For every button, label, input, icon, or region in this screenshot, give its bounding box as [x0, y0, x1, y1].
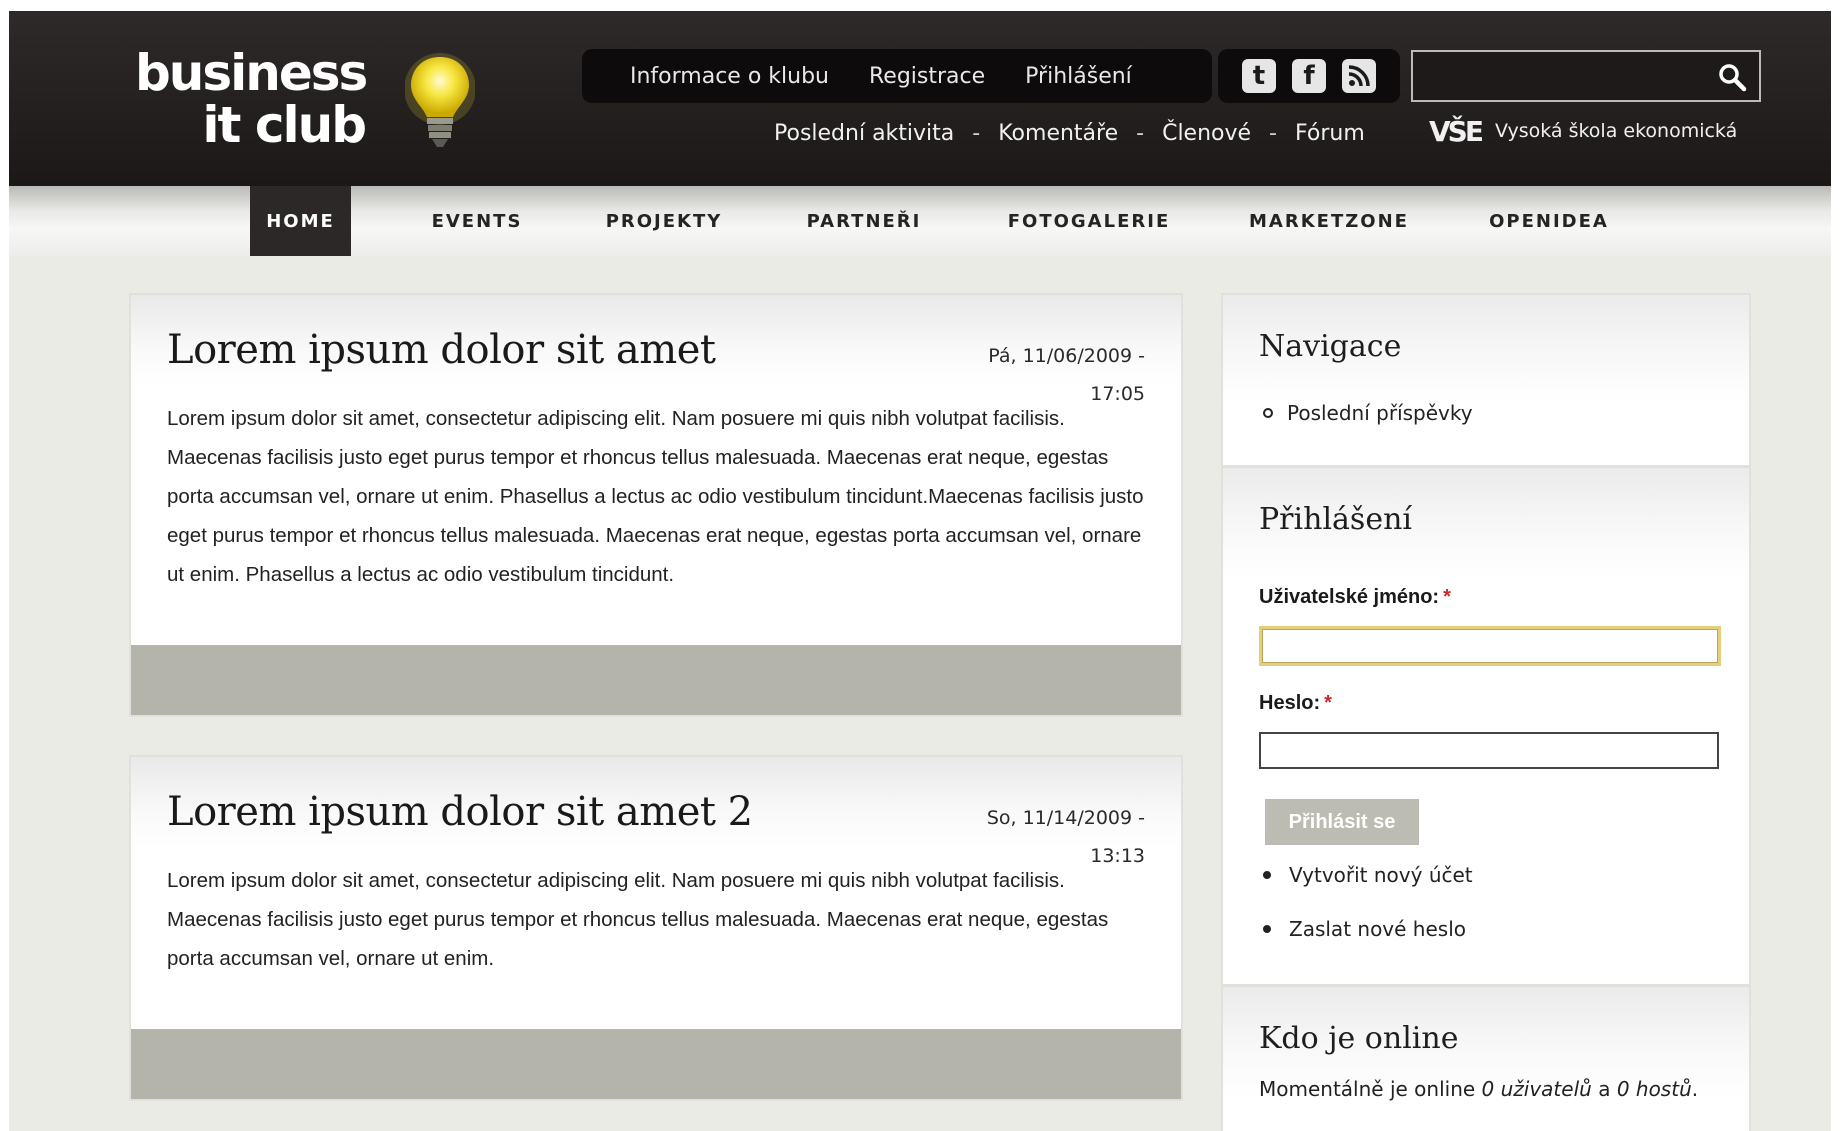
subnav-link-comments[interactable]: Komentáře — [998, 121, 1118, 146]
online-status-text: Momentálně je online 0 uživatelů a 0 hos… — [1259, 1077, 1698, 1101]
search-input[interactable] — [1413, 52, 1703, 100]
subnav-link-members[interactable]: Členové — [1162, 121, 1251, 146]
who-is-online-block: Kdo je online Momentálně je online 0 uži… — [1221, 985, 1751, 1131]
vse-link[interactable]: VŠE Vysoká škola ekonomická — [1429, 113, 1737, 149]
username-label: Uživatelské jméno: * — [1259, 586, 1451, 609]
login-block-title: Přihlášení — [1259, 502, 1412, 537]
subnav-link-forum[interactable]: Fórum — [1295, 121, 1365, 146]
login-submit-button[interactable]: Přihlásit se — [1265, 799, 1419, 845]
list-bullet — [1263, 871, 1271, 879]
create-account-label: Vytvořit nový účet — [1289, 863, 1473, 887]
online-prefix: Momentálně je online — [1259, 1077, 1476, 1101]
rss-glyph — [1348, 65, 1370, 87]
reset-password-link[interactable]: Zaslat nové heslo — [1259, 915, 1473, 943]
post-footer-bar — [131, 1029, 1181, 1099]
reset-password-label: Zaslat nové heslo — [1289, 917, 1466, 941]
social-links: t f — [1218, 49, 1400, 103]
navigation-block: Navigace Poslední příspěvky — [1221, 293, 1751, 467]
search-box — [1411, 50, 1761, 102]
site-logo[interactable]: business it club — [135, 47, 375, 157]
password-field[interactable] — [1259, 732, 1719, 769]
required-marker: * — [1443, 586, 1451, 608]
post-date-day: Pá, 11/06/2009 - — [988, 345, 1145, 367]
topnav-link-registration[interactable]: Registrace — [869, 64, 985, 89]
vse-logo-mark: VŠE — [1429, 114, 1484, 148]
required-marker: * — [1324, 692, 1332, 714]
search-icon[interactable] — [1717, 62, 1747, 92]
online-suffix: . — [1691, 1077, 1699, 1101]
lightbulb-icon — [405, 53, 475, 147]
subnav-separator: - — [972, 120, 981, 146]
navigation-item-label: Poslední příspěvky — [1287, 401, 1473, 425]
subnav-link-activity[interactable]: Poslední aktivita — [774, 121, 954, 146]
topnav-link-info[interactable]: Informace o klubu — [630, 64, 829, 89]
navigation-list: Poslední příspěvky — [1259, 401, 1473, 425]
password-label: Heslo: * — [1259, 692, 1332, 715]
username-field[interactable] — [1259, 626, 1721, 666]
site-header: business it club Informace o klubu Regis… — [9, 11, 1831, 186]
username-label-text: Uživatelské jméno: — [1259, 586, 1440, 608]
navigation-block-title: Navigace — [1259, 329, 1402, 364]
subnav-separator: - — [1269, 120, 1277, 146]
secondary-navigation: Poslední aktivita - Komentáře - Členové … — [774, 115, 1365, 151]
facebook-icon[interactable]: f — [1292, 59, 1326, 93]
rss-icon[interactable] — [1342, 59, 1376, 93]
menu-item-partners[interactable]: PARTNEŘI — [789, 186, 939, 256]
menu-item-projects[interactable]: PROJEKTY — [589, 186, 739, 256]
twitter-icon[interactable]: t — [1242, 59, 1276, 93]
online-block-title: Kdo je online — [1259, 1021, 1459, 1056]
password-label-text: Heslo: — [1259, 692, 1321, 714]
main-menu: HOME EVENTS PROJEKTY PARTNEŘI FOTOGALERI… — [9, 186, 1831, 256]
menu-item-openidea[interactable]: OPENIDEA — [1474, 186, 1624, 256]
list-bullet — [1263, 408, 1273, 418]
post-card: Lorem ipsum dolor sit amet 2 So, 11/14/2… — [129, 755, 1183, 1101]
menu-item-gallery[interactable]: FOTOGALERIE — [999, 186, 1179, 256]
post-title[interactable]: Lorem ipsum dolor sit amet — [167, 327, 716, 373]
navigation-item-recent-posts[interactable]: Poslední příspěvky — [1259, 401, 1473, 425]
post-body: Lorem ipsum dolor sit amet, consectetur … — [167, 869, 1109, 970]
menu-item-events[interactable]: EVENTS — [407, 186, 547, 256]
post-title[interactable]: Lorem ipsum dolor sit amet 2 — [167, 789, 753, 835]
create-account-link[interactable]: Vytvořit nový účet — [1259, 861, 1473, 889]
post-footer-bar — [131, 645, 1181, 715]
online-conjunction: a — [1598, 1077, 1611, 1101]
subnav-separator: - — [1136, 120, 1145, 146]
logo-line-1: business — [135, 44, 368, 102]
page-frame: business it club Informace o klubu Regis… — [9, 11, 1831, 1131]
topnav-link-login[interactable]: Přihlášení — [1025, 64, 1132, 89]
post-card: Lorem ipsum dolor sit amet Pá, 11/06/200… — [129, 293, 1183, 717]
post-date-day: So, 11/14/2009 - — [986, 807, 1145, 829]
vse-name: Vysoká škola ekonomická — [1494, 120, 1738, 142]
post-body: Lorem ipsum dolor sit amet, consectetur … — [167, 407, 1144, 586]
menu-item-home[interactable]: HOME — [250, 186, 351, 256]
logo-line-2: it club — [202, 96, 367, 154]
login-block: Přihlášení Uživatelské jméno: * Heslo: * P… — [1221, 466, 1751, 986]
login-links: Vytvořit nový účet Zaslat nové heslo — [1259, 861, 1473, 943]
menu-item-marketzone[interactable]: MARKETZONE — [1239, 186, 1419, 256]
list-bullet — [1263, 925, 1271, 933]
online-guests-count: 0 hostů — [1616, 1077, 1692, 1101]
top-navigation: Informace o klubu Registrace Přihlášení — [582, 49, 1212, 103]
online-users-count: 0 uživatelů — [1481, 1077, 1592, 1101]
